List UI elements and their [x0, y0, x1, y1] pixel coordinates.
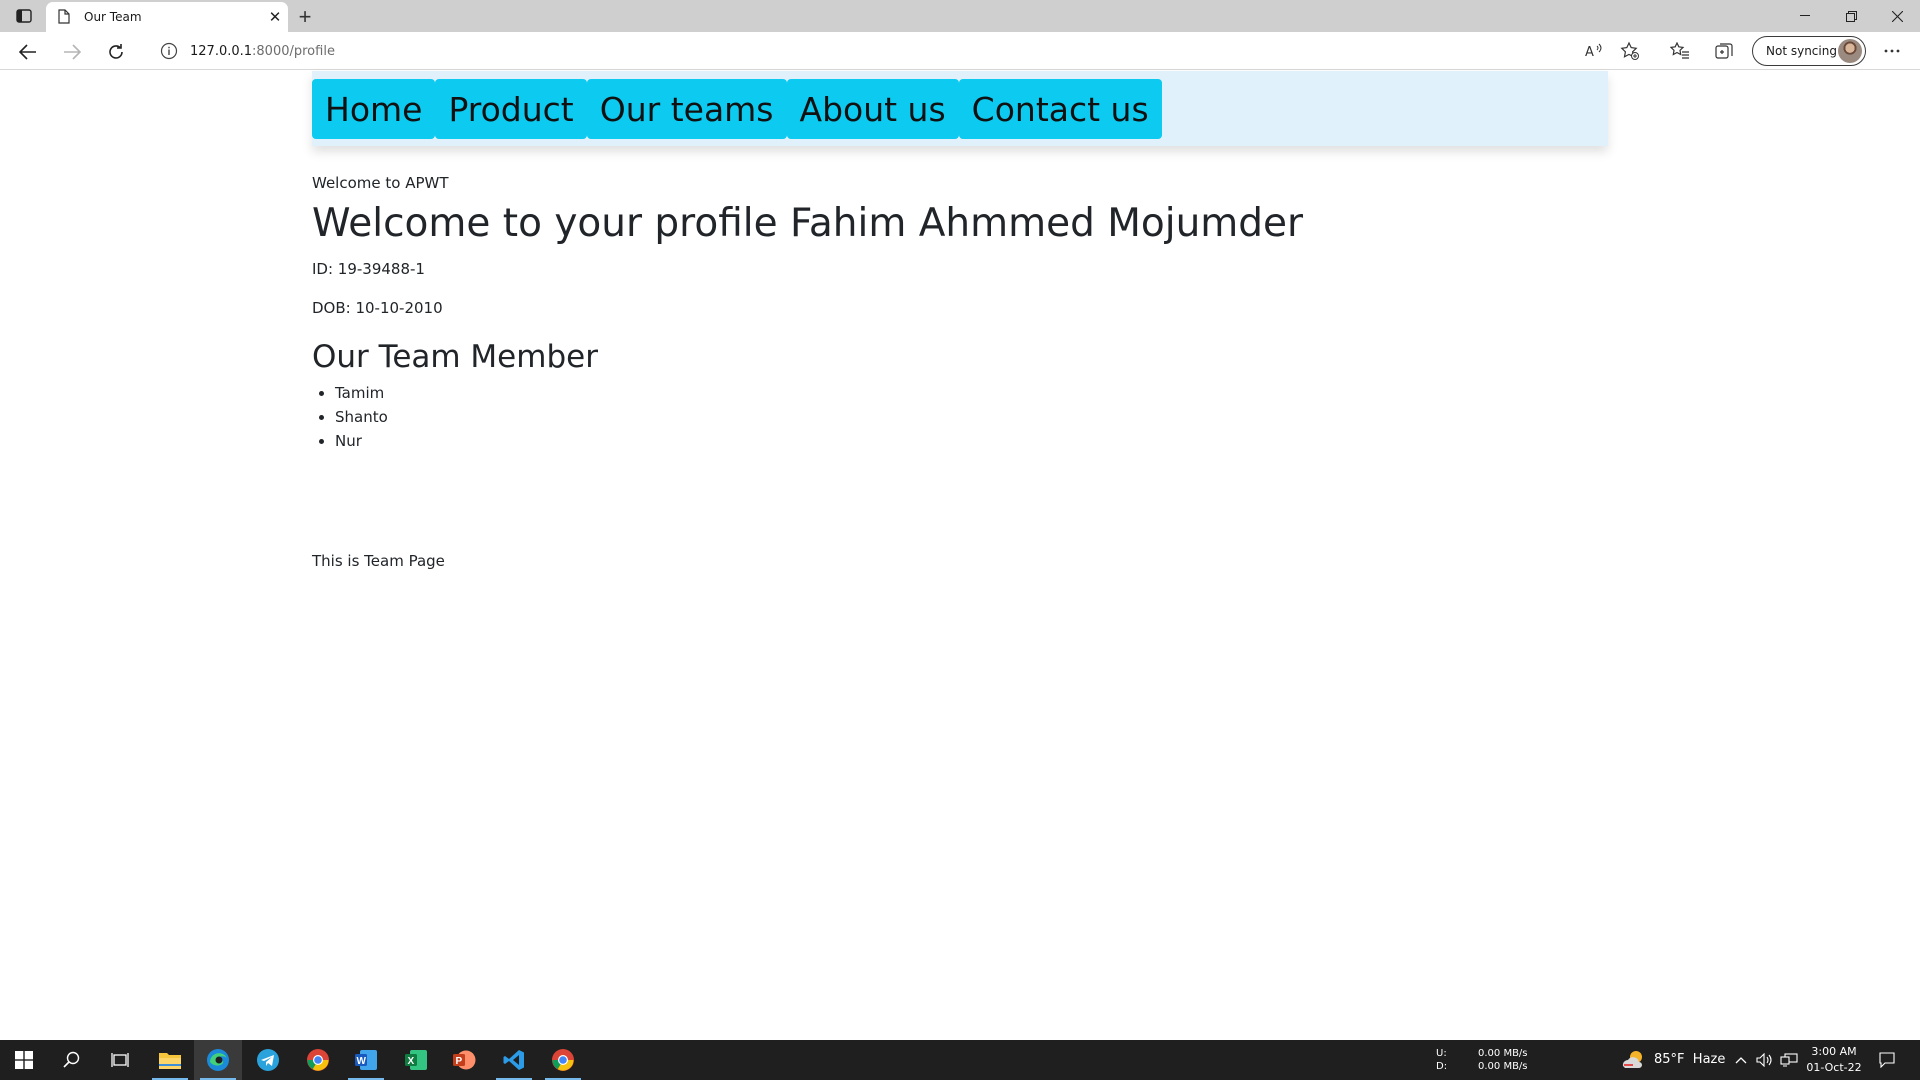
start-icon[interactable] [0, 1040, 48, 1080]
browser-toolbar: 127.0.0.1:8000/profile A Not syncing [0, 32, 1920, 70]
minimize-icon[interactable] [1782, 0, 1828, 32]
search-icon[interactable] [48, 1040, 96, 1080]
volume-icon[interactable] [1756, 1051, 1774, 1069]
network-speed-widget: U: D: 0.00 MB/s 0.00 MB/s [1436, 1047, 1528, 1073]
sync-label: Not syncing [1766, 44, 1837, 58]
edge-icon[interactable] [194, 1040, 242, 1080]
svg-text:P: P [456, 1056, 463, 1067]
chevron-up-icon[interactable] [1732, 1051, 1750, 1069]
clock-time: 3:00 AM [1811, 1045, 1857, 1058]
nav-about-us-button[interactable]: About us [786, 79, 959, 139]
nav-our-teams-button[interactable]: Our teams [586, 79, 787, 139]
net-down-label: D: [1436, 1061, 1448, 1072]
weather-temp: 85°F [1654, 1051, 1685, 1067]
add-favorite-icon[interactable] [1618, 39, 1642, 63]
avatar [1838, 39, 1862, 63]
dob-text: DOB: 10-10-2010 [312, 299, 443, 317]
clock-date: 01-Oct-22 [1806, 1061, 1862, 1074]
tab-actions-icon[interactable] [12, 7, 36, 25]
haze-weather-icon [1620, 1049, 1646, 1069]
net-up-value: 0.00 MB/s [1478, 1048, 1528, 1059]
url-path: :8000/profile [252, 43, 335, 59]
close-window-icon[interactable] [1874, 0, 1920, 32]
nav-contact-us-button[interactable]: Contact us [958, 79, 1162, 139]
restore-icon[interactable] [1828, 0, 1874, 32]
nav-product-button[interactable]: Product [435, 79, 587, 139]
list-item: Nur [335, 429, 1303, 453]
word-icon[interactable]: W [342, 1040, 390, 1080]
main-content: Welcome to APWT Welcome to your profile … [312, 172, 1303, 572]
chrome-icon[interactable] [294, 1040, 342, 1080]
network-icon[interactable] [1780, 1051, 1798, 1069]
svg-text:X: X [408, 1056, 415, 1067]
notifications-icon[interactable] [1878, 1051, 1896, 1069]
id-text: ID: 19-39488-1 [312, 260, 425, 278]
team-member-list: Tamim Shanto Nur [312, 381, 1303, 453]
new-tab-button[interactable]: + [292, 4, 318, 30]
chrome-icon[interactable] [539, 1040, 587, 1080]
team-title: Our Team Member [312, 339, 598, 375]
address-bar[interactable]: 127.0.0.1:8000/profile [146, 35, 1618, 67]
nav-home-button[interactable]: Home [312, 79, 436, 139]
collections-icon[interactable] [1712, 39, 1736, 63]
excel-icon[interactable]: X [392, 1040, 440, 1080]
nav-list: Home Product Our teams About us Contact … [312, 79, 1162, 139]
telegram-icon[interactable] [244, 1040, 292, 1080]
page-viewport: Home Product Our teams About us Contact … [0, 71, 1920, 1040]
list-item: Tamim [335, 381, 1303, 405]
windows-taskbar: W X P U: D: 0.00 MB/s 0.00 MB/s 85°F Haz… [0, 1040, 1920, 1080]
list-item: Shanto [335, 405, 1303, 429]
more-options-icon[interactable] [1880, 39, 1904, 63]
refresh-icon[interactable] [100, 36, 132, 68]
footer-text: This is Team Page [312, 552, 445, 570]
tab-title: Our Team [84, 10, 142, 24]
site-info-icon[interactable] [160, 42, 178, 60]
url-text: 127.0.0.1:8000/profile [190, 44, 335, 59]
net-down-value: 0.00 MB/s [1478, 1061, 1528, 1072]
read-aloud-icon[interactable]: A [1582, 39, 1606, 63]
site-navbar: Home Product Our teams About us Contact … [312, 71, 1608, 146]
system-clock[interactable]: 3:00 AM 01-Oct-22 [1800, 1044, 1868, 1076]
svg-text:W: W [357, 1056, 367, 1067]
favorites-icon[interactable] [1668, 39, 1692, 63]
close-tab-icon[interactable]: ✕ [262, 4, 288, 30]
svg-text:A: A [1585, 45, 1594, 59]
file-explorer-icon[interactable] [146, 1040, 194, 1080]
weather-desc: Haze [1692, 1051, 1726, 1067]
powerpoint-icon[interactable]: P [440, 1040, 488, 1080]
forward-icon[interactable] [56, 36, 88, 68]
welcome-text: Welcome to APWT [312, 174, 449, 192]
browser-tab-bar: Our Team ✕ + [0, 0, 1920, 32]
vscode-icon[interactable] [490, 1040, 538, 1080]
net-up-label: U: [1436, 1048, 1447, 1059]
profile-title: Welcome to your profile Fahim Ahmmed Moj… [312, 201, 1304, 246]
page-icon [58, 9, 72, 25]
weather-widget[interactable]: 85°F Haze [1620, 1049, 1725, 1069]
back-icon[interactable] [12, 36, 44, 68]
url-host: 127.0.0.1 [190, 43, 253, 59]
profile-sync-button[interactable]: Not syncing [1752, 36, 1866, 66]
browser-tab-active[interactable]: Our Team ✕ [46, 2, 288, 32]
task-view-icon[interactable] [96, 1040, 144, 1080]
